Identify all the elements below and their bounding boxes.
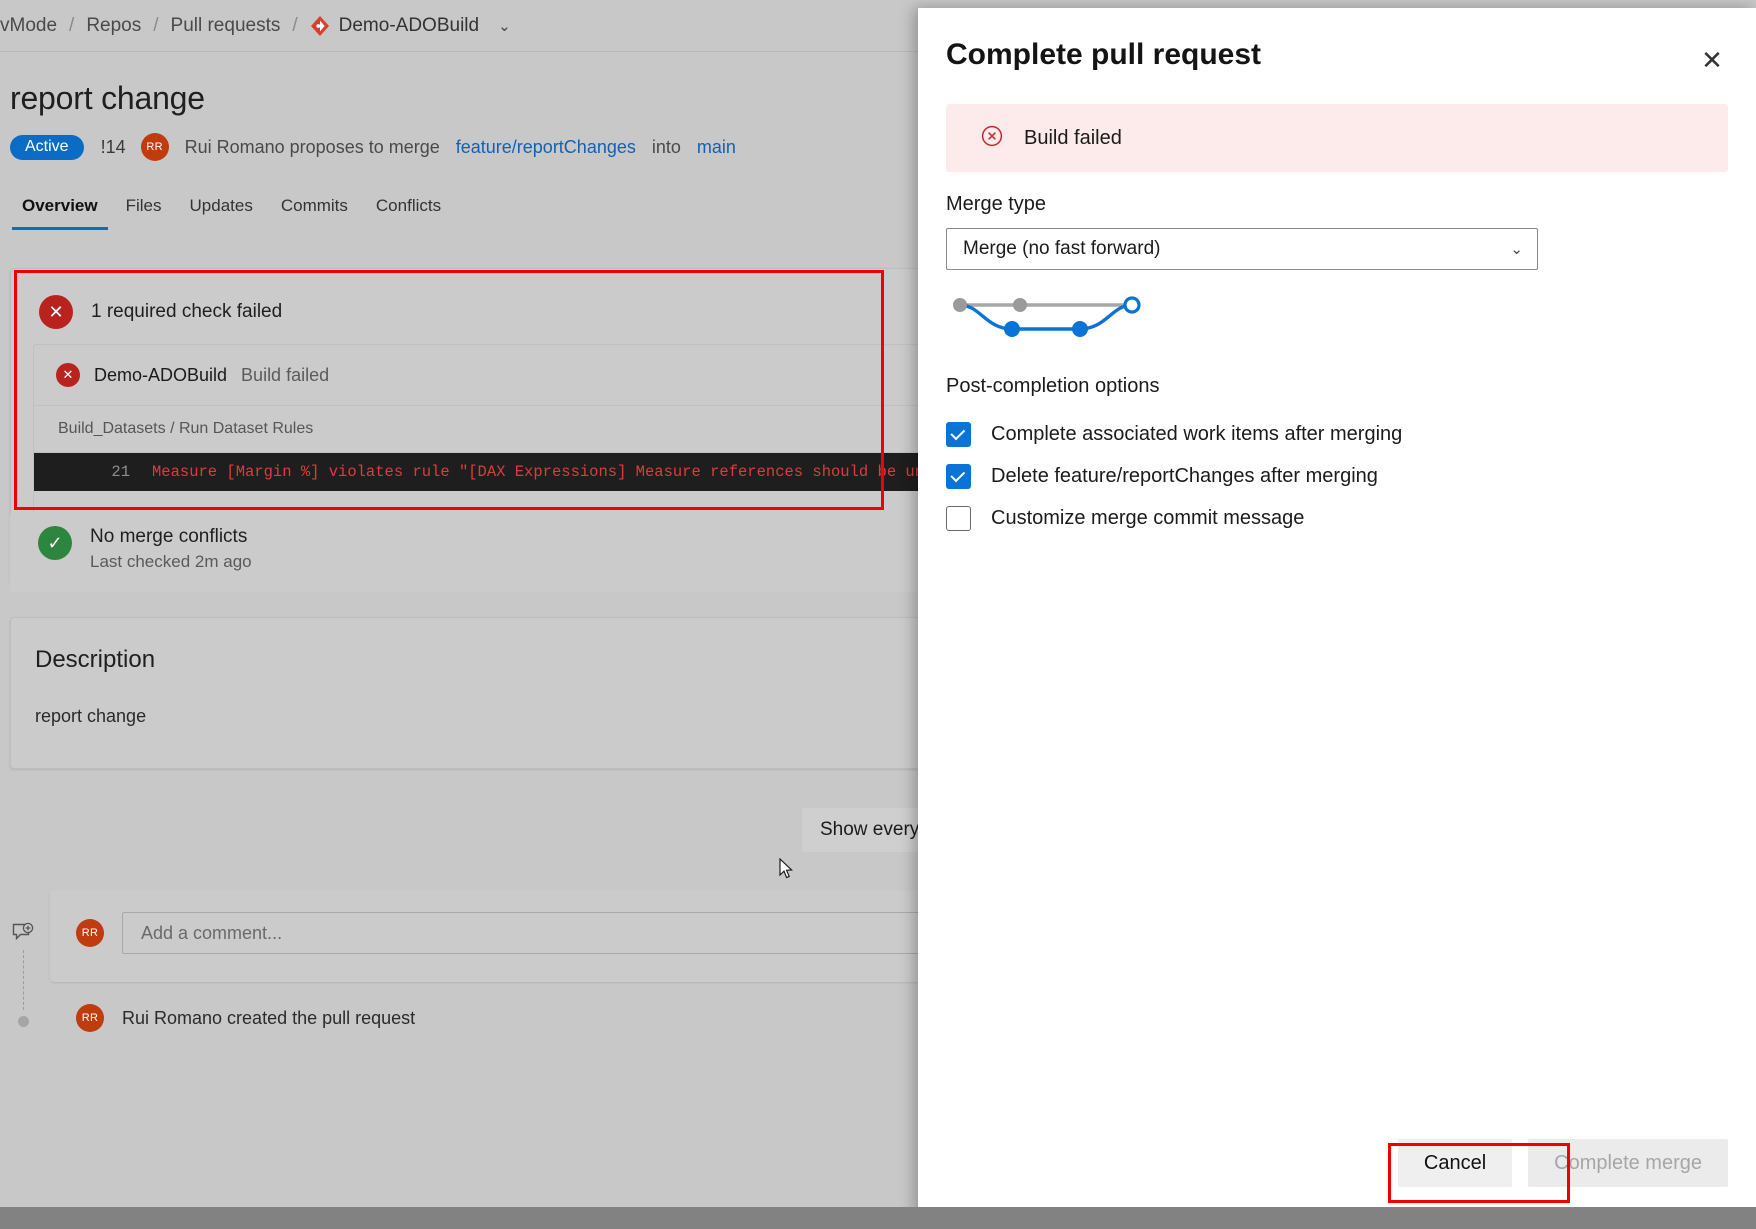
merge-type-label: Merge type <box>946 193 1046 216</box>
check-detail-box: ✕ Demo-ADOBuild Build failed Re Build_Da… <box>33 344 1068 518</box>
avatar: RR <box>141 133 169 161</box>
check-build-state: Build failed <box>241 365 329 386</box>
page-title: report change <box>10 80 205 117</box>
source-branch-link[interactable]: feature/reportChanges <box>456 137 636 158</box>
build-log-line: 21 Measure [Margin %] violates rule "[DA… <box>34 453 1067 491</box>
log-line-number: 21 <box>34 463 130 481</box>
panel-title: Complete pull request <box>918 8 1756 72</box>
complete-merge-button[interactable]: Complete merge <box>1528 1139 1728 1187</box>
tab-commits[interactable]: Commits <box>267 190 362 230</box>
chevron-down-icon: ⌄ <box>1510 240 1523 258</box>
pr-tabs: Overview Files Updates Commits Conflicts <box>8 190 455 230</box>
check-circle-icon: ✓ <box>38 526 72 560</box>
error-circle-icon: ✕ <box>39 295 73 329</box>
thread-dot <box>18 1016 29 1027</box>
git-repo-icon <box>310 15 330 37</box>
tab-overview[interactable]: Overview <box>8 190 112 230</box>
merge-no-fast-forward-graph <box>946 294 1146 345</box>
check-row-build[interactable]: ✕ Demo-ADOBuild Build failed Re <box>34 345 1067 406</box>
merge-type-value: Merge (no fast forward) <box>963 238 1160 260</box>
breadcrumb-item-project[interactable]: vMode <box>0 15 67 37</box>
show-every-button[interactable]: Show every <box>802 808 937 852</box>
activity-event-text: Rui Romano created the pull request <box>122 1008 415 1029</box>
pr-merge-into: into <box>652 137 681 158</box>
checks-header-label: 1 required check failed <box>91 301 282 323</box>
avatar: RR <box>76 1004 104 1032</box>
tab-files[interactable]: Files <box>112 190 176 230</box>
option-complete-work-items[interactable]: Complete associated work items after mer… <box>946 422 1402 447</box>
log-line-text: Measure [Margin %] violates rule "[DAX E… <box>130 463 933 481</box>
check-build-name: Demo-ADOBuild <box>94 365 227 386</box>
post-completion-options-label: Post-completion options <box>946 375 1159 398</box>
thread-connector <box>23 950 24 1010</box>
taskbar-strip <box>0 1207 1756 1229</box>
build-failed-banner: Build failed <box>946 104 1728 172</box>
breadcrumb-separator: / <box>151 15 160 37</box>
status-badge: Active <box>10 135 84 160</box>
checkbox-delete-branch[interactable] <box>946 464 971 489</box>
breadcrumb-separator: / <box>290 15 299 37</box>
mouse-cursor <box>779 858 793 880</box>
avatar: RR <box>76 919 104 947</box>
tab-updates[interactable]: Updates <box>176 190 267 230</box>
build-failed-banner-text: Build failed <box>1024 127 1122 150</box>
target-branch-link[interactable]: main <box>697 137 736 158</box>
check-stage-path: Build_Datasets / Run Dataset Rules <box>34 406 1067 453</box>
breadcrumb-item-pull-requests[interactable]: Pull requests <box>161 15 291 37</box>
close-icon[interactable]: ✕ <box>1698 46 1726 74</box>
comment-thread-icon <box>12 922 34 950</box>
checkbox-complete-work-items[interactable] <box>946 422 971 447</box>
breadcrumb-item-repos[interactable]: Repos <box>76 15 151 37</box>
pr-merge-summary: Rui Romano proposes to merge <box>185 137 440 158</box>
option-label: Customize merge commit message <box>991 507 1304 530</box>
breadcrumb-separator: / <box>67 15 76 37</box>
merge-conflicts-title: No merge conflicts <box>90 526 252 548</box>
breadcrumb-repo-selector[interactable]: Demo-ADOBuild ⌄ <box>300 15 521 37</box>
breadcrumb-repo-name: Demo-ADOBuild <box>339 15 479 37</box>
pr-number: !14 <box>101 137 126 158</box>
option-delete-branch[interactable]: Delete feature/reportChanges after mergi… <box>946 464 1378 489</box>
chevron-down-icon: ⌄ <box>498 17 511 35</box>
merge-conflicts-subtitle: Last checked 2m ago <box>90 552 252 572</box>
option-label: Delete feature/reportChanges after mergi… <box>991 465 1378 488</box>
tab-conflicts[interactable]: Conflicts <box>362 190 455 230</box>
error-circle-outline-icon <box>980 124 1004 152</box>
panel-footer: Cancel Complete merge <box>918 1139 1756 1187</box>
error-circle-icon: ✕ <box>56 363 80 387</box>
checkbox-customize-commit-message[interactable] <box>946 506 971 531</box>
cancel-button[interactable]: Cancel <box>1398 1139 1512 1187</box>
complete-pull-request-panel: Complete pull request ✕ Build failed Mer… <box>918 8 1756 1221</box>
option-customize-commit-message[interactable]: Customize merge commit message <box>946 506 1304 531</box>
pr-subheader: Active !14 RR Rui Romano proposes to mer… <box>10 133 736 161</box>
merge-type-select[interactable]: Merge (no fast forward) ⌄ <box>946 228 1538 270</box>
option-label: Complete associated work items after mer… <box>991 423 1402 446</box>
